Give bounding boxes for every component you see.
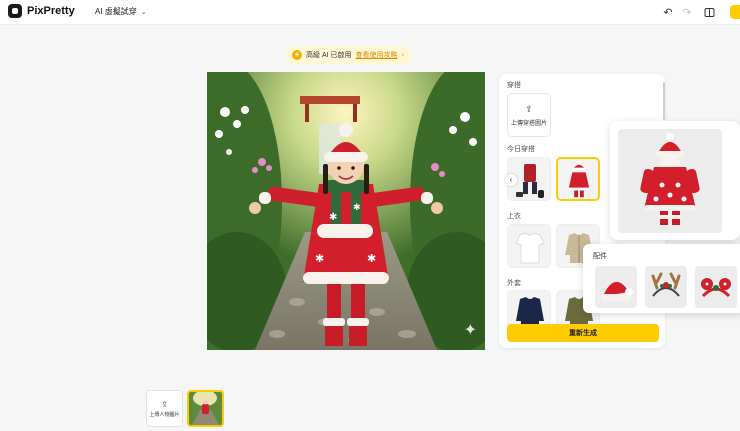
chevron-down-icon: ⌄ (140, 8, 147, 16)
svg-text:✱: ✱ (353, 203, 361, 213)
garden-scene-image: ✱ ✱ ✱ ✱ (207, 72, 485, 350)
accessories-popover: 配件 (583, 244, 740, 313)
person-photo-thumb-selected[interactable] (187, 390, 224, 427)
upload-icon: ⇪ (161, 399, 168, 409)
svg-text:✱: ✱ (315, 252, 324, 265)
reindeer-headband-item[interactable] (645, 266, 687, 308)
top-thumb-1[interactable] (507, 224, 551, 268)
today-section-title: 今日穿搭 (507, 146, 535, 153)
upload-section-title: 穿搭 (507, 82, 521, 89)
undo-icon[interactable]: ↶ (661, 5, 675, 19)
svg-text:✱: ✱ (329, 212, 337, 223)
guide-link[interactable]: 查看使用攻略 (356, 50, 398, 60)
sparkle-icon: ✦ (463, 322, 477, 339)
mode-dropdown[interactable]: AI 虛擬試穿 ⌄ (95, 6, 147, 17)
mode-label: AI 虛擬試穿 (95, 7, 137, 16)
upload-outfit-label: 上傳穿搭圖片 (510, 120, 547, 127)
compare-icon[interactable] (702, 5, 716, 19)
logo[interactable]: PixPretty (8, 4, 75, 18)
upload-person-button[interactable]: ⇪ 上傳人物圖片 (146, 390, 183, 427)
account-button[interactable] (730, 5, 740, 19)
upload-icon: ⇪ (525, 103, 533, 114)
upload-outfit-button[interactable]: ⇪ 上傳穿搭圖片 (507, 93, 551, 137)
redo-icon[interactable]: ↷ (680, 5, 694, 19)
panel-scrollbar[interactable] (663, 82, 665, 120)
ai-status-banner: + 高級 AI 已啟用 查看使用攻略 › (286, 46, 412, 64)
top-bar: PixPretty AI 虛擬試穿 ⌄ ↶ ↷ (0, 0, 740, 25)
logo-icon (8, 4, 22, 18)
plus-icon: + (292, 50, 302, 60)
outfit-thumb-2-selected[interactable] (556, 157, 600, 201)
outerwear-section-title: 外套 (507, 280, 521, 287)
carousel-prev-icon[interactable]: ‹ (505, 174, 517, 186)
arrow-right-icon: › (401, 51, 404, 59)
christmas-headband-item[interactable] (695, 266, 737, 308)
result-photo: ✱ ✱ ✱ ✱ ✦ (207, 72, 485, 350)
accessories-title: 配件 (593, 253, 607, 260)
upload-person-label: 上傳人物圖片 (149, 411, 180, 418)
outfit-preview-image (618, 129, 722, 233)
svg-text:✱: ✱ (367, 252, 376, 265)
regenerate-button[interactable]: 重新生成 (507, 324, 659, 342)
santa-hat-item[interactable] (595, 266, 637, 308)
tops-section-title: 上衣 (507, 213, 521, 220)
outfit-preview-popover (610, 121, 740, 240)
banner-text: 高級 AI 已啟用 (306, 52, 352, 59)
logo-text: PixPretty (27, 5, 75, 17)
